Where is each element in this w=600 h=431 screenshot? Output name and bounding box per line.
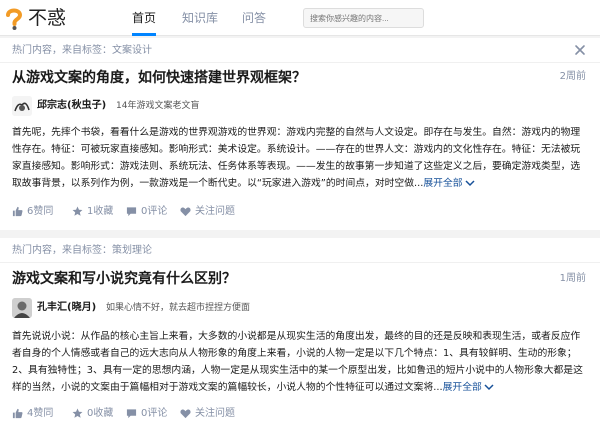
logo-icon[interactable] (4, 6, 24, 30)
avatar[interactable] (12, 96, 32, 116)
author-name[interactable]: 孔丰汇(晓月) (37, 301, 96, 315)
feed-card: 热门内容，来自标签：文案设计 从游戏文案的角度，如何快速搭建世界观框架？ 2周前… (0, 38, 600, 230)
divider (0, 262, 600, 263)
divider (0, 62, 600, 63)
topic-source: 热门内容，来自标签：文案设计 (12, 45, 152, 56)
star-icon (72, 408, 83, 418)
heart-icon (180, 409, 191, 419)
logo-text[interactable]: 不惑 (28, 6, 66, 30)
post-time: 1周前 (559, 273, 586, 284)
author-name[interactable]: 邱宗志(秋虫子) (37, 99, 106, 113)
expand-all-link[interactable]: 展开全部 (443, 382, 494, 393)
comment-icon (126, 409, 137, 419)
topic-tag-link[interactable]: 文案设计 (112, 45, 152, 56)
answer-excerpt[interactable]: 首先说说小说：从作品的核心主旨上来看，大多数的小说都是从现实生活的角度出发，最终… (12, 328, 586, 396)
star-icon (72, 206, 83, 216)
topic-tag-link[interactable]: 策划理论 (112, 245, 152, 256)
author-bio: 如果心情不好，就去超市捏捏方便面 (106, 303, 251, 313)
nav-home[interactable]: 首页 (132, 0, 157, 36)
thumbs-up-icon (12, 408, 23, 419)
heart-icon (180, 207, 191, 217)
chevron-down-icon (465, 180, 475, 187)
top-navigation-bar: 不惑 首页 知识库 问答 (0, 0, 600, 36)
nav-knowledge-base[interactable]: 知识库 (182, 0, 218, 36)
close-icon[interactable] (574, 44, 586, 56)
nav-qa[interactable]: 问答 (242, 0, 266, 36)
question-title[interactable]: 从游戏文案的角度，如何快速搭建世界观框架？ (12, 68, 306, 88)
answer-excerpt[interactable]: 首先呢，先摔个书袋，看看什么是游戏的世界观游戏的世界观：游戏内完整的自然与人文设… (12, 124, 586, 192)
post-time: 2周前 (559, 71, 586, 82)
expand-all-link[interactable]: 展开全部 (423, 178, 475, 189)
comment-icon (126, 207, 137, 217)
search-input[interactable] (303, 8, 424, 28)
question-title[interactable]: 游戏文案和写小说究竟有什么区别？ (12, 269, 236, 289)
chevron-down-icon (484, 384, 494, 391)
thumbs-up-icon (12, 206, 23, 217)
topic-source: 热门内容，来自标签：策划理论 (12, 245, 152, 256)
avatar[interactable] (12, 298, 32, 318)
author-bio: 14年游戏文案老文盲 (116, 101, 200, 111)
feed-card: 热门内容，来自标签：策划理论 游戏文案和写小说究竟有什么区别？ 1周前 孔丰汇(… (0, 238, 600, 431)
